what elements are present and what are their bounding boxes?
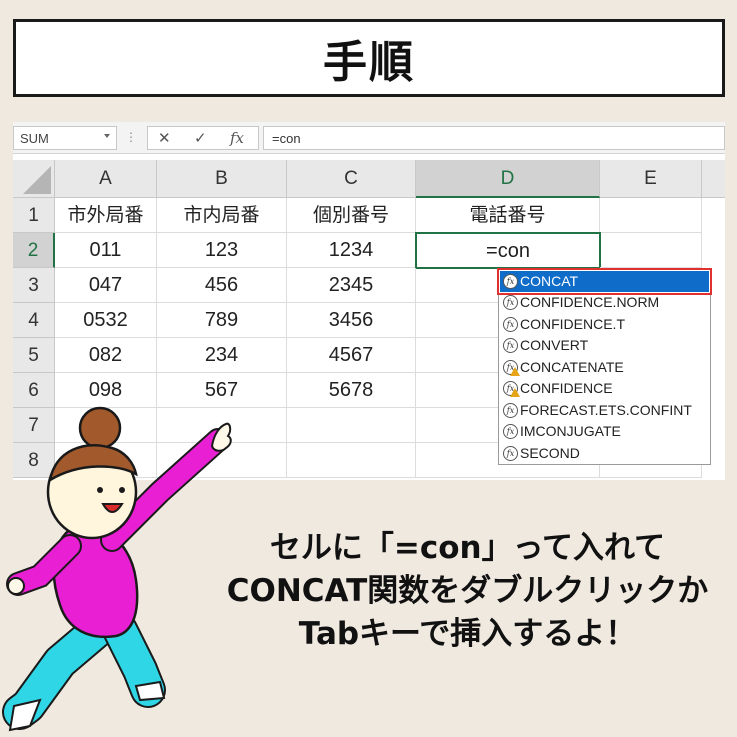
cell-c8[interactable] [287, 443, 416, 478]
autocomplete-item-label: CONFIDENCE.NORM [520, 294, 660, 310]
cell-a4[interactable]: 0532 [55, 303, 157, 338]
autocomplete-item-label: SECOND [520, 445, 580, 461]
column-header-a[interactable]: A [55, 160, 157, 198]
cell-a1[interactable]: 市外局番 [55, 198, 157, 233]
function-icon: fx [503, 274, 518, 289]
column-header-c[interactable]: C [287, 160, 416, 198]
autocomplete-item[interactable]: fx CONVERT [500, 335, 709, 356]
cancel-icon[interactable]: ✕ [158, 129, 171, 147]
autocomplete-item-concat[interactable]: fx CONCAT [497, 268, 712, 295]
autocomplete-item[interactable]: fx CONCATENATE [500, 357, 709, 378]
autocomplete-item[interactable]: fx CONFIDENCE.NORM [500, 292, 709, 313]
row-header-5[interactable]: 5 [13, 338, 55, 373]
cell-d1[interactable]: 電話番号 [416, 198, 600, 233]
row-header-3[interactable]: 3 [13, 268, 55, 303]
formula-bar: SUM ⋮ ✕ ✓ fx =con [13, 122, 725, 154]
autocomplete-item-label: CONCATENATE [520, 359, 624, 375]
cell-c4[interactable]: 3456 [287, 303, 416, 338]
column-header-e[interactable]: E [600, 160, 702, 198]
cell-c1[interactable]: 個別番号 [287, 198, 416, 233]
cell-c5[interactable]: 4567 [287, 338, 416, 373]
cell-d2-active[interactable]: =con [415, 232, 601, 269]
cell-c3[interactable]: 2345 [287, 268, 416, 303]
function-icon: fx [503, 424, 518, 439]
more-options-icon: ⋮ [125, 130, 137, 144]
autocomplete-item-label: IMCONJUGATE [520, 423, 621, 439]
autocomplete-item[interactable]: fx IMCONJUGATE [500, 421, 709, 442]
cell-c2[interactable]: 1234 [287, 233, 416, 268]
row-header-2[interactable]: 2 [13, 233, 55, 268]
title-banner: 手順 [13, 19, 725, 97]
caption-line-3: Tabキーで挿入するよ！ [298, 616, 637, 652]
row-header-1[interactable]: 1 [13, 198, 55, 233]
cell-e1[interactable] [600, 198, 702, 233]
autocomplete-item[interactable]: fx FORECAST.ETS.CONFINT [500, 400, 709, 421]
function-icon: fx [503, 403, 518, 418]
function-icon: fx [503, 338, 518, 353]
function-icon: fx [503, 317, 518, 332]
cell-b3[interactable]: 456 [157, 268, 287, 303]
column-header-f[interactable] [702, 160, 725, 198]
formula-buttons: ✕ ✓ fx [147, 126, 259, 150]
autocomplete-item-label: CONFIDENCE.T [520, 316, 625, 332]
function-icon: fx [503, 295, 518, 310]
cell-e2[interactable] [600, 233, 702, 268]
function-autocomplete-list: fx CONCAT fx CONFIDENCE.NORM fx CONFIDEN… [497, 268, 712, 465]
enter-icon[interactable]: ✓ [194, 129, 207, 147]
autocomplete-item-label: CONVERT [520, 337, 589, 353]
cell-a5[interactable]: 082 [55, 338, 157, 373]
cell-b4[interactable]: 789 [157, 303, 287, 338]
cell-a2[interactable]: 011 [55, 233, 157, 268]
banner-title: 手順 [323, 37, 415, 88]
warning-icon [510, 367, 520, 376]
cell-b1[interactable]: 市内局番 [157, 198, 287, 233]
row-header-4[interactable]: 4 [13, 303, 55, 338]
autocomplete-item-label: CONCAT [520, 273, 579, 289]
warning-icon [510, 388, 520, 397]
instruction-caption: セルに「=con」って入れて CONCAT関数をダブルクリックか Tabキーで挿… [205, 527, 730, 656]
chevron-down-icon[interactable] [104, 134, 110, 138]
autocomplete-item[interactable]: fx CONFIDENCE [500, 378, 709, 399]
cell-c7[interactable] [287, 408, 416, 443]
cell-b2[interactable]: 123 [157, 233, 287, 268]
autocomplete-item-label: CONFIDENCE [520, 380, 613, 396]
cell-a3[interactable]: 047 [55, 268, 157, 303]
caption-line-2: CONCAT関数をダブルクリックか [226, 573, 709, 609]
function-icon: fx [503, 446, 518, 461]
cell-c6[interactable]: 5678 [287, 373, 416, 408]
name-box-value: SUM [20, 131, 49, 146]
caption-line-1: セルに「=con」って入れて [269, 530, 666, 566]
select-all-button[interactable] [13, 160, 55, 198]
formula-input[interactable]: =con [263, 126, 725, 150]
name-box[interactable]: SUM [13, 126, 117, 150]
insert-function-icon[interactable]: fx [230, 129, 244, 147]
autocomplete-item[interactable]: fx SECOND [500, 443, 709, 464]
cell-b5[interactable]: 234 [157, 338, 287, 373]
column-header-d[interactable]: D [416, 160, 600, 198]
autocomplete-item-label: FORECAST.ETS.CONFINT [520, 402, 692, 418]
column-header-b[interactable]: B [157, 160, 287, 198]
select-all-icon [23, 166, 51, 194]
autocomplete-item[interactable]: fx CONFIDENCE.T [500, 314, 709, 335]
